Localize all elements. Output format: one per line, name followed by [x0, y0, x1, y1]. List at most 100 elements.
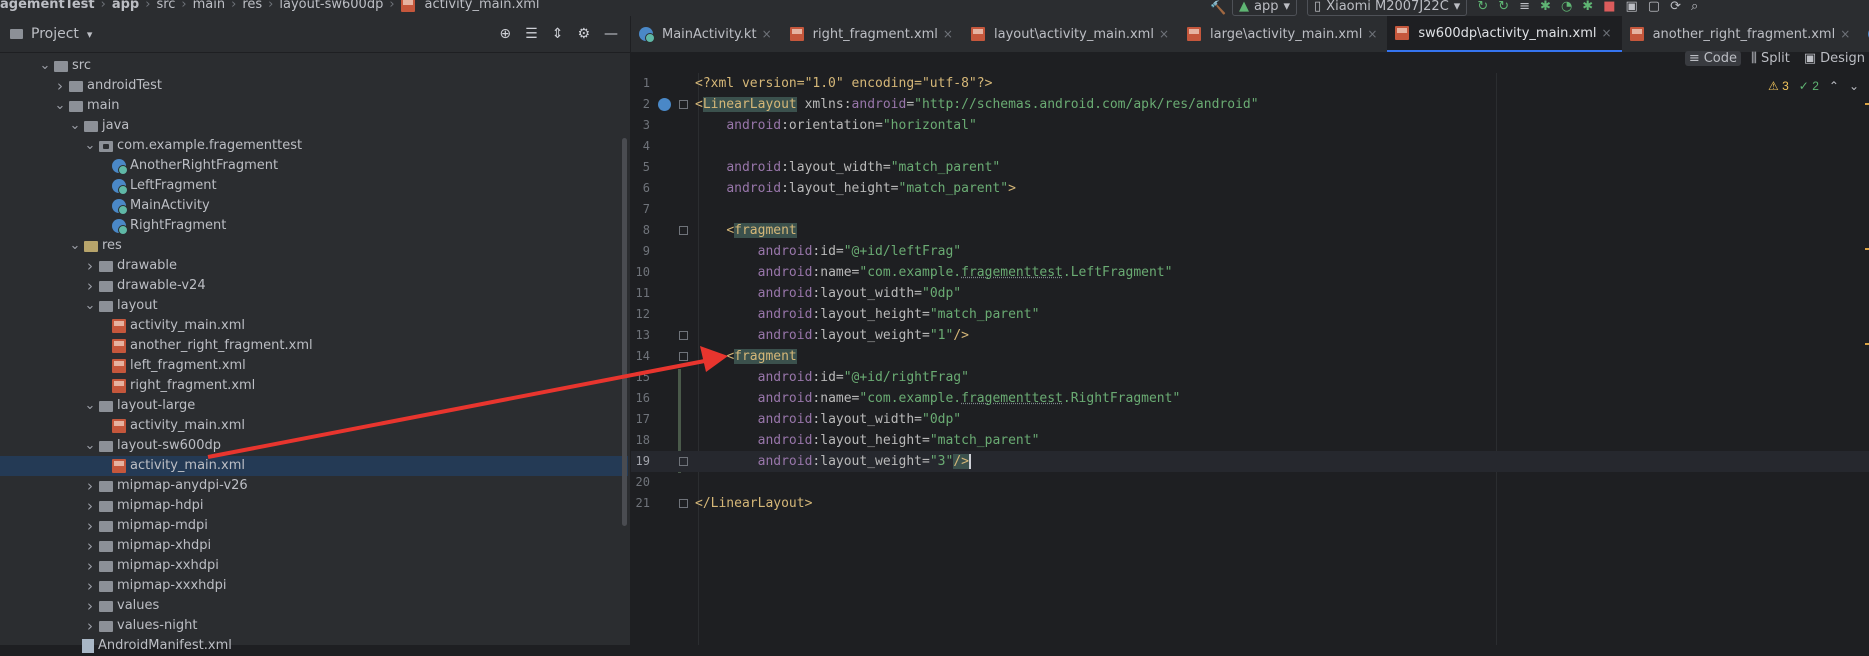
code-line[interactable]: 2 <LinearLayout xmlns:android="http://sch… [631, 94, 1869, 115]
tree-item[interactable]: › mipmap-xxxhdpi [0, 576, 628, 596]
tree-item[interactable]: MainActivity [0, 196, 628, 216]
chevron-down-icon[interactable]: ⌄ [83, 296, 97, 316]
tree-item[interactable]: ⌄ layout-sw600dp [0, 436, 628, 456]
code-line[interactable]: 7 [631, 199, 1869, 220]
tree-item[interactable]: AnotherRightFragment [0, 156, 628, 176]
editor-tab[interactable]: large\activity_main.xml × [1179, 16, 1387, 52]
project-view-select[interactable]: Project ▾ [10, 26, 92, 42]
chevron-down-icon[interactable]: ⌄ [83, 396, 97, 416]
tree-item[interactable]: › mipmap-xhdpi [0, 536, 628, 556]
tree-item[interactable]: › mipmap-anydpi-v26 [0, 476, 628, 496]
gear-icon[interactable]: ⚙ [577, 26, 590, 42]
tree-item[interactable]: another_right_fragment.xml [0, 336, 628, 356]
tree-item[interactable]: › values [0, 596, 628, 616]
sync-icon[interactable]: ⟳ [1670, 0, 1681, 14]
code-editor[interactable]: 1 <?xml version="1.0" encoding="utf-8"?> 2… [631, 73, 1869, 645]
chevron-down-icon[interactable]: ⌄ [83, 436, 97, 456]
chevron-right-icon[interactable]: › [83, 556, 97, 576]
code-line[interactable]: 21 </LinearLayout> [631, 493, 1869, 514]
error-stripe-mark[interactable] [1865, 248, 1869, 250]
fold-marker-icon[interactable] [679, 331, 688, 340]
fold-marker-icon[interactable] [679, 499, 688, 508]
chevron-right-icon[interactable]: › [83, 596, 97, 616]
tree-item[interactable]: ⌄ main [0, 96, 628, 116]
tree-item[interactable]: AndroidManifest.xml [0, 636, 628, 656]
code-line[interactable]: 11 android:layout_width="0dp" [631, 283, 1869, 304]
code-line[interactable]: 8 <fragment [631, 220, 1869, 241]
chevron-down-icon[interactable]: ⌄ [53, 96, 67, 116]
chevron-right-icon[interactable]: › [83, 496, 97, 516]
code-line[interactable]: 4 [631, 136, 1869, 157]
code-line[interactable]: 17 android:layout_width="0dp" [631, 409, 1869, 430]
tree-item[interactable]: › drawable-v24 [0, 276, 628, 296]
design-mode-button[interactable]: ▣ Design [1800, 51, 1869, 66]
close-icon[interactable]: × [1602, 26, 1612, 40]
chevron-right-icon[interactable]: › [83, 536, 97, 556]
search-everywhere-icon[interactable]: ⌕ [1691, 0, 1698, 14]
project-scrollbar[interactable] [622, 138, 627, 526]
list-icon[interactable]: ≡ [1519, 0, 1530, 14]
chevron-down-icon[interactable]: ⌄ [1849, 79, 1859, 93]
tree-item[interactable]: ⌄ com.example.fragementtest [0, 136, 628, 156]
fold-marker-icon[interactable] [679, 226, 688, 235]
code-line[interactable]: 6 android:layout_height="match_parent"> [631, 178, 1869, 199]
code-line[interactable]: 15 android:id="@+id/rightFrag" [631, 367, 1869, 388]
tab-active[interactable]: sw600dp\activity_main.xml × [1387, 16, 1622, 52]
tree-item[interactable]: right_fragment.xml [0, 376, 628, 396]
split-mode-button[interactable]: ⫼ Split [1747, 51, 1794, 66]
chevron-right-icon[interactable]: › [83, 576, 97, 596]
breadcrumb-item[interactable]: src [156, 0, 175, 12]
tree-item[interactable]: left_fragment.xml [0, 356, 628, 376]
locate-file-icon[interactable]: ⊕ [499, 26, 511, 42]
inspection-widget[interactable]: ⚠ 3 ✓ 2 ⌃ ⌄ [1768, 79, 1859, 93]
tree-item-selected[interactable]: activity_main.xml [0, 456, 628, 476]
tree-item[interactable]: › drawable [0, 256, 628, 276]
breadcrumb-item[interactable]: res [242, 0, 262, 12]
code-line[interactable]: 14 <fragment [631, 346, 1869, 367]
tree-item[interactable]: LeftFragment [0, 176, 628, 196]
device-select[interactable]: ▯ Xiaomi M2007J22C ▾ [1307, 0, 1468, 16]
close-icon[interactable]: × [943, 27, 953, 41]
fold-marker-icon[interactable] [679, 457, 688, 466]
chevron-down-icon[interactable]: ⌄ [68, 116, 82, 136]
close-icon[interactable]: × [1367, 27, 1377, 41]
code-line[interactable]: 10 android:name="com.example.fragementte… [631, 262, 1869, 283]
code-line[interactable]: 16 android:name="com.example.fragementte… [631, 388, 1869, 409]
stop-icon[interactable]: ■ [1603, 0, 1615, 14]
code-line[interactable]: 5 android:layout_width="match_parent" [631, 157, 1869, 178]
tree-item[interactable]: › mipmap-mdpi [0, 516, 628, 536]
tree-item[interactable]: › values-night [0, 616, 628, 636]
tree-item[interactable]: ⌄ res [0, 236, 628, 256]
editor-tab[interactable]: right_fragment.xml × [782, 16, 963, 52]
error-stripe-mark[interactable] [1865, 103, 1869, 105]
chevron-right-icon[interactable]: › [83, 516, 97, 536]
chevron-down-icon[interactable]: ⌄ [68, 236, 82, 256]
avd-icon[interactable]: ▢ [1648, 0, 1660, 14]
editor-tab[interactable]: AnotherRightFragmer [1860, 16, 1869, 52]
breadcrumb-item[interactable]: app [112, 0, 139, 12]
code-line[interactable]: 1 <?xml version="1.0" encoding="utf-8"?> [631, 73, 1869, 94]
breadcrumb-item[interactable]: layout-sw600dp [279, 0, 383, 12]
close-icon[interactable]: × [762, 27, 772, 41]
chevron-right-icon[interactable]: › [83, 256, 97, 276]
tree-item[interactable]: › androidTest [0, 76, 628, 96]
device-manager-icon[interactable]: ▣ [1625, 0, 1637, 14]
code-mode-button[interactable]: ≡ Code [1684, 51, 1741, 66]
tree-item[interactable]: RightFragment [0, 216, 628, 236]
code-line[interactable]: 9 android:id="@+id/leftFrag" [631, 241, 1869, 262]
tree-item[interactable]: ⌄ layout-large [0, 396, 628, 416]
breadcrumb-item[interactable]: main [193, 0, 225, 12]
code-line[interactable]: 3 android:orientation="horizontal" [631, 115, 1869, 136]
close-icon[interactable]: × [1159, 27, 1169, 41]
tree-item[interactable]: ⌄ src [0, 56, 628, 76]
chevron-up-icon[interactable]: ⌃ [1829, 79, 1839, 93]
hide-panel-icon[interactable]: — [604, 26, 618, 42]
debug-icon[interactable]: ✱ [1540, 0, 1551, 14]
tree-item[interactable]: ⌄ layout [0, 296, 628, 316]
editor-tab[interactable]: MainActivity.kt × [631, 16, 782, 52]
code-line[interactable]: 20 [631, 472, 1869, 493]
tree-item[interactable]: › mipmap-xxhdpi [0, 556, 628, 576]
chevron-right-icon[interactable]: › [53, 76, 67, 96]
collapse-all-icon[interactable]: ⇕ [552, 26, 564, 42]
error-stripe-mark[interactable] [1865, 343, 1869, 345]
